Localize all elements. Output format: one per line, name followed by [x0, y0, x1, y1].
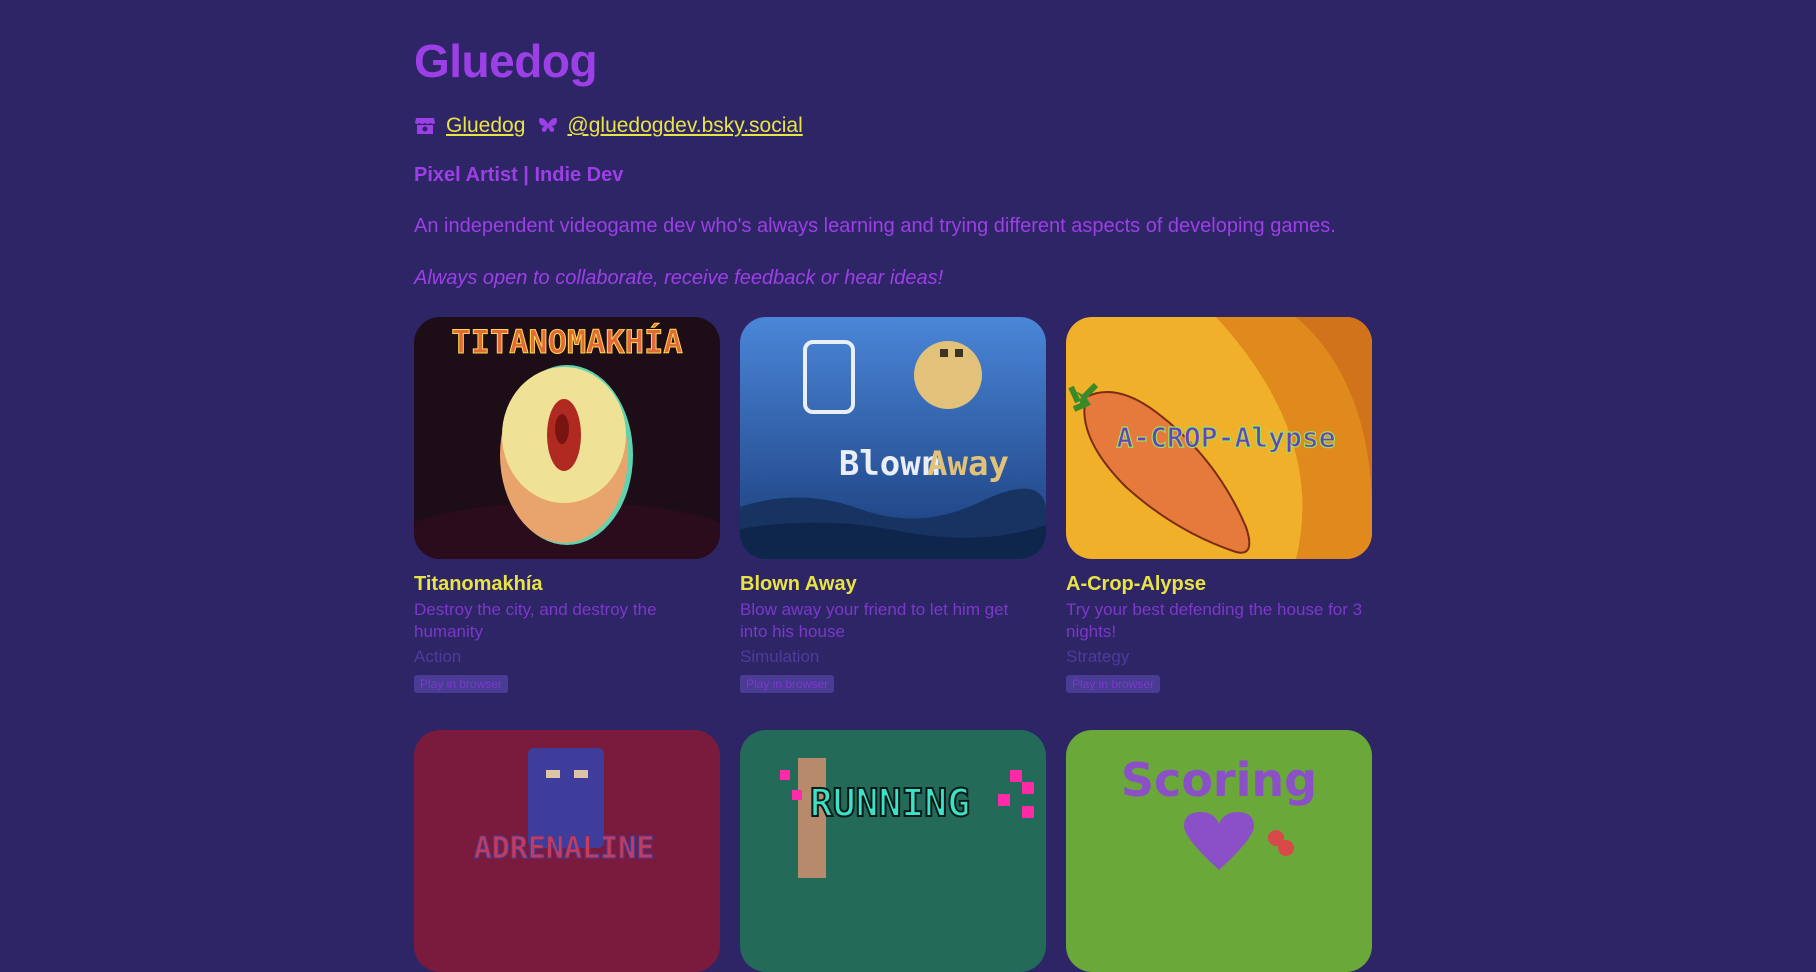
- game-title[interactable]: Titanomakhía: [414, 573, 543, 596]
- play-in-browser-badge: Play in browser: [414, 675, 509, 693]
- game-description: Blow away your friend to let him get int…: [740, 600, 1009, 641]
- bio-description: An independent videogame dev who's alway…: [414, 215, 1336, 237]
- play-in-browser-badge: Play in browser: [1066, 675, 1161, 693]
- game-card-a-crop-alypse[interactable]: A-CROP-Alypse A-Crop-Alypse Try your bes…: [1066, 317, 1372, 693]
- page-title: Gluedog: [414, 35, 598, 87]
- game-description: Destroy the city, and destroy the humani…: [414, 600, 657, 641]
- game-description: Try your best defending the house for 3 …: [1066, 600, 1363, 641]
- tagline: Pixel Artist | Indie Dev: [414, 164, 624, 186]
- itch-store-icon: [415, 118, 435, 134]
- game-title[interactable]: Blown Away: [740, 573, 857, 596]
- game-thumbnail[interactable]: Scoring: [1066, 730, 1372, 972]
- game-card-adrenaline[interactable]: ADRENALINE: [414, 730, 720, 972]
- play-in-browser-badge: Play in browser: [740, 675, 835, 693]
- game-thumbnail[interactable]: RUNNING: [740, 730, 1046, 972]
- game-thumbnail[interactable]: TITANOMAKHÍA: [414, 317, 720, 559]
- game-card-scoring[interactable]: Scoring: [1066, 730, 1372, 972]
- game-genre: Strategy: [1066, 647, 1130, 666]
- game-card-titanomakhia[interactable]: TITANOMAKHÍA Titanomakhía Destroy the ci…: [414, 317, 720, 693]
- game-genre: Action: [414, 647, 462, 666]
- game-thumbnail[interactable]: ADRENALINE: [414, 730, 720, 972]
- art-title-b: Away: [927, 444, 1009, 484]
- art-title-a: Blown: [839, 444, 941, 484]
- art-title: RUNNING: [810, 781, 970, 825]
- art-title: ADRENALINE: [474, 831, 655, 866]
- game-thumbnail[interactable]: Blown Away: [740, 317, 1046, 559]
- game-card-running[interactable]: RUNNING: [740, 730, 1046, 972]
- social-links: Gluedog @gluedogdev.bsky.social: [414, 111, 803, 141]
- art-title: TITANOMAKHÍA: [451, 323, 682, 361]
- butterfly-icon: [539, 117, 558, 132]
- game-thumbnail[interactable]: A-CROP-Alypse: [1066, 317, 1372, 559]
- game-title[interactable]: A-Crop-Alypse: [1066, 573, 1206, 596]
- art-title: A-CROP-Alypse: [1116, 421, 1335, 454]
- art-title: Scoring: [1121, 753, 1317, 807]
- collab-note: Always open to collaborate, receive feed…: [414, 267, 944, 289]
- itch-profile-link[interactable]: Gluedog: [446, 114, 525, 138]
- game-card-blown-away[interactable]: Blown Away Blown Away Blow away your fri…: [740, 317, 1046, 693]
- bsky-profile-link[interactable]: @gluedogdev.bsky.social: [567, 114, 802, 138]
- game-genre: Simulation: [740, 647, 820, 666]
